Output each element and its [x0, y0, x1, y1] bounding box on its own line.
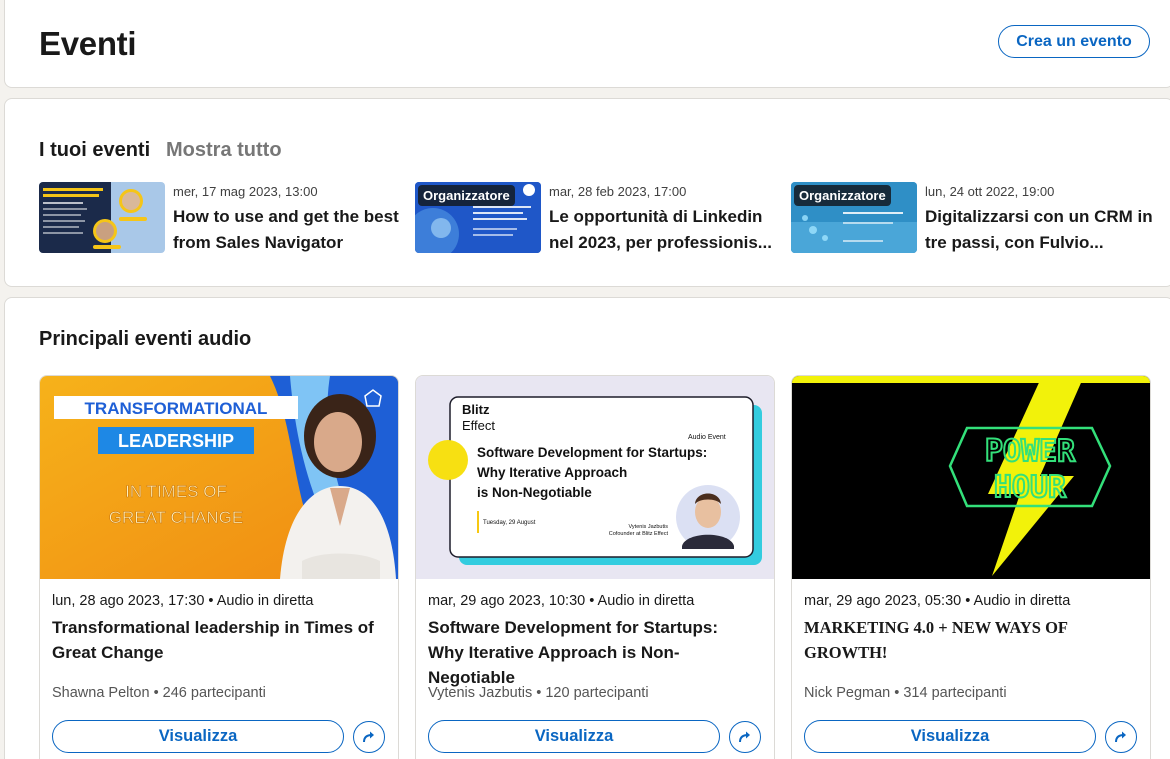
- event-title: Transformational leadership in Times of …: [52, 618, 374, 662]
- my-event-item[interactable]: Organizzatore lun, 24 ott 2022, 19:00 Di…: [791, 182, 1161, 254]
- share-arrow-icon: [739, 731, 750, 743]
- cover-line-2: LEADERSHIP: [118, 431, 234, 451]
- event-cover-image: TRANSFORMATIONAL LEADERSHIP IN TIMES OF …: [40, 376, 398, 579]
- my-event-item[interactable]: Organizzatore mar, 28 feb 2023, 17:00 Le…: [415, 182, 785, 254]
- my-event-item[interactable]: mer, 17 mag 2023, 13:00 How to use and g…: [39, 182, 409, 254]
- event-name: Digitalizzarsi con un CRM in tre passi, …: [925, 207, 1153, 252]
- share-button[interactable]: [1105, 721, 1137, 753]
- share-button[interactable]: [353, 721, 385, 753]
- event-host: Vytenis Jazbutis • 120 partecipanti: [428, 685, 649, 701]
- my-events-title: I tuoi eventi: [39, 139, 151, 161]
- audio-events-panel: Principali eventi audio TRANSFORMATIONAL…: [4, 297, 1170, 759]
- audio-event-card[interactable]: TRANSFORMATIONAL LEADERSHIP IN TIMES OF …: [39, 375, 399, 759]
- event-meta: lun, 28 ago 2023, 17:30 • Audio in diret…: [52, 593, 314, 609]
- event-meta: mar, 29 ago 2023, 05:30 • Audio in diret…: [804, 593, 1071, 609]
- page-title: Eventi: [39, 25, 137, 62]
- event-thumbnail: Organizzatore: [415, 182, 541, 253]
- cover-brand-1: Blitz: [462, 402, 490, 417]
- cover-headline-2: Why Iterative Approach: [477, 465, 627, 480]
- share-arrow-icon: [1115, 731, 1126, 743]
- audio-events-title: Principali eventi audio: [39, 328, 252, 350]
- event-host: Shawna Pelton • 246 partecipanti: [52, 685, 266, 701]
- event-meta: mar, 29 ago 2023, 10:30 • Audio in diret…: [428, 593, 695, 609]
- event-name: How to use and get the best from Sales N…: [173, 207, 399, 252]
- event-thumbnail: Organizzatore: [791, 182, 917, 253]
- event-host: Nick Pegman • 314 partecipanti: [804, 685, 1007, 701]
- event-cover-image: POWER HOUR: [792, 376, 1150, 579]
- event-date: mar, 28 feb 2023, 17:00: [549, 184, 687, 199]
- cover-role: Cofounder at Blitz Effect: [609, 531, 669, 537]
- cover-tag: Audio Event: [688, 434, 726, 441]
- event-name: Le opportunità di Linkedin nel 2023, per…: [549, 207, 772, 252]
- cover-brand-2: Effect: [462, 418, 495, 433]
- cover-line-4: GREAT CHANGE: [109, 508, 243, 527]
- event-date: mer, 17 mag 2023, 13:00: [173, 184, 318, 199]
- audio-event-card[interactable]: Blitz Effect Audio Event Software Develo…: [415, 375, 775, 759]
- cover-person: Vytenis Jazbutis: [628, 524, 668, 530]
- event-thumbnail: [39, 182, 165, 253]
- cover-line-2: HOUR: [994, 470, 1067, 505]
- organizer-badge: Organizzatore: [418, 185, 515, 206]
- audio-event-card[interactable]: POWER HOUR mar, 29 ago 2023, 05:30 • Aud…: [791, 375, 1151, 759]
- header-panel: Eventi Crea un evento: [4, 0, 1170, 88]
- view-button[interactable]: Visualizza: [428, 720, 720, 753]
- event-date: lun, 24 ott 2022, 19:00: [925, 184, 1055, 199]
- my-events-panel: I tuoi eventi Mostra tutto mer, 17 mag 2…: [4, 98, 1170, 287]
- event-cover-image: Blitz Effect Audio Event Software Develo…: [416, 376, 774, 579]
- share-arrow-icon: [363, 731, 374, 743]
- cover-date: Tuesday, 29 August: [483, 520, 536, 526]
- share-button[interactable]: [729, 721, 761, 753]
- view-button[interactable]: Visualizza: [804, 720, 1096, 753]
- cover-headline-3: is Non-Negotiable: [477, 485, 592, 500]
- event-title: Software Development for Startups: Why I…: [428, 618, 718, 687]
- view-button[interactable]: Visualizza: [52, 720, 344, 753]
- create-event-button[interactable]: Crea un evento: [998, 25, 1150, 58]
- show-all-link[interactable]: Mostra tutto: [166, 139, 282, 162]
- cover-line-3: IN TIMES OF: [125, 482, 227, 501]
- cover-line-1: POWER: [985, 434, 1076, 469]
- event-title: MARKETING 4.0 + NEW WAYS OF GROWTH!: [804, 618, 1068, 662]
- cover-headline-1: Software Development for Startups:: [477, 445, 707, 460]
- cover-line-1: TRANSFORMATIONAL: [85, 399, 268, 418]
- organizer-badge: Organizzatore: [794, 185, 891, 206]
